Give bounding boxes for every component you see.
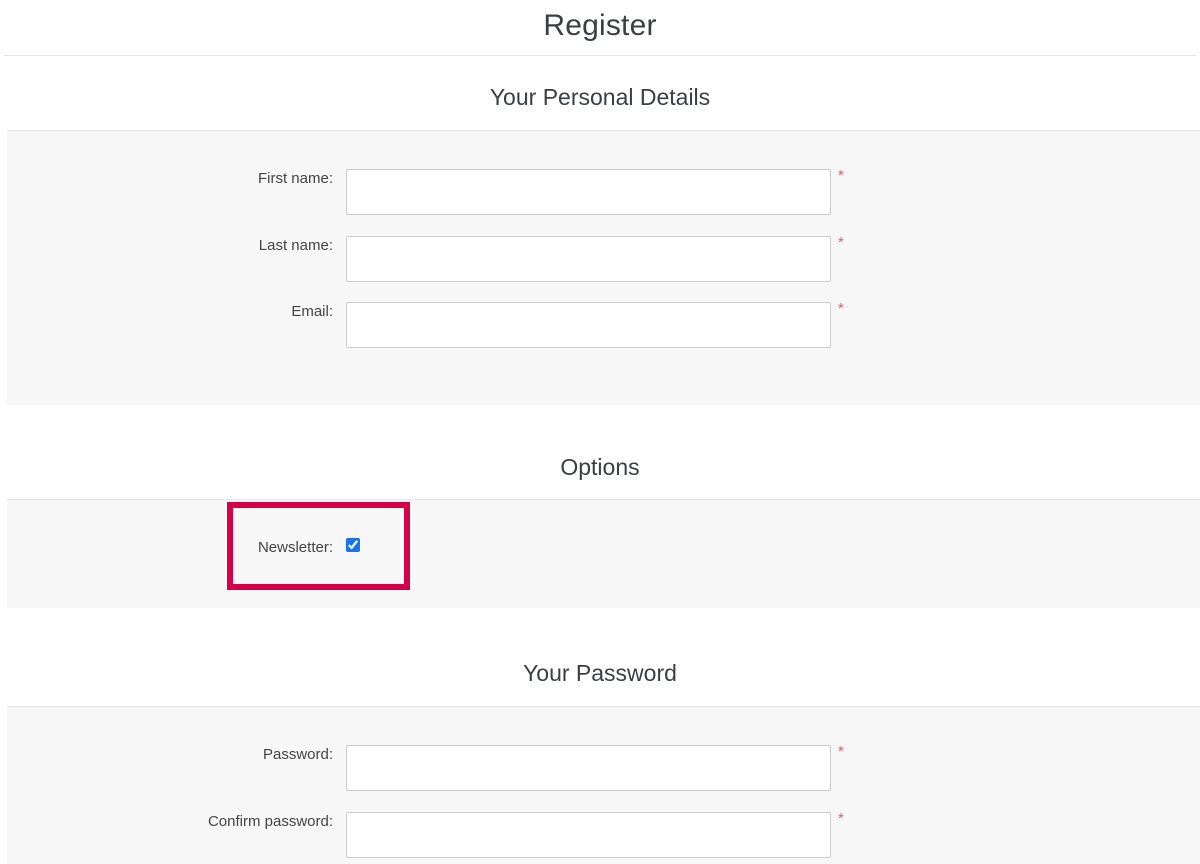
- personal-details-panel: First name: * Last name: * Email: *: [7, 130, 1200, 405]
- form-row-confirm-password: Confirm password: *: [7, 810, 1200, 858]
- email-input[interactable]: [346, 302, 831, 348]
- page-title: Register: [543, 9, 657, 42]
- required-asterisk-last-name: *: [838, 234, 844, 251]
- section-heading-your-password: Your Password: [523, 660, 677, 686]
- label-last-name: Last name:: [258, 237, 333, 254]
- form-row-first-name: First name: *: [7, 167, 1200, 215]
- required-asterisk-password: *: [838, 743, 844, 760]
- label-first-name: First name:: [257, 170, 333, 187]
- section-heading-personal-details: Your Personal Details: [489, 84, 711, 110]
- section-heading-options: Options: [560, 454, 640, 480]
- field-wrap-confirm-password: *: [346, 810, 844, 858]
- newsletter-checkbox[interactable]: [346, 538, 360, 552]
- form-row-email: Email: *: [7, 300, 1200, 348]
- field-wrap-newsletter: [346, 538, 360, 552]
- title-divider: [4, 55, 1196, 56]
- field-wrap-last-name: *: [346, 234, 844, 282]
- options-panel: Newsletter:: [7, 499, 1200, 608]
- form-row-password: Password: *: [7, 743, 1200, 791]
- form-row-last-name: Last name: *: [7, 234, 1200, 282]
- required-asterisk-email: *: [838, 300, 844, 317]
- required-asterisk-first-name: *: [838, 167, 844, 184]
- first-name-input[interactable]: [346, 169, 831, 215]
- password-input[interactable]: [346, 745, 831, 791]
- form-row-newsletter: Newsletter:: [7, 538, 1200, 558]
- field-wrap-first-name: *: [346, 167, 844, 215]
- confirm-password-input[interactable]: [346, 812, 831, 858]
- label-password: Password:: [262, 746, 333, 763]
- last-name-input[interactable]: [346, 236, 831, 282]
- required-asterisk-confirm-password: *: [838, 810, 844, 827]
- field-wrap-email: *: [346, 300, 844, 348]
- label-confirm-password: Confirm password:: [207, 813, 333, 830]
- password-panel: Password: * Confirm password: *: [7, 706, 1200, 864]
- field-wrap-password: *: [346, 743, 844, 791]
- label-newsletter: Newsletter:: [257, 539, 333, 556]
- label-email: Email:: [291, 303, 333, 320]
